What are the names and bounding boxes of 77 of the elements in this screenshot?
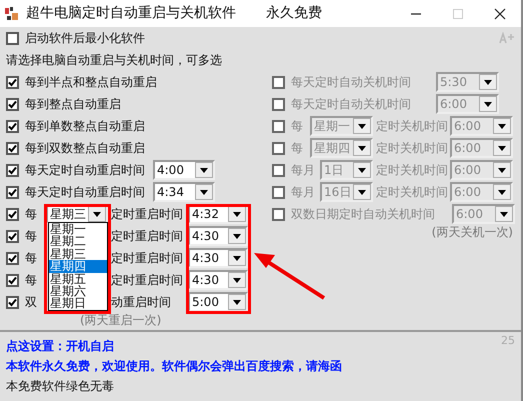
option-label: 定时关机时间: [376, 184, 449, 200]
caret-icon: [233, 212, 241, 216]
checkbox-label[interactable]: 每: [25, 206, 46, 222]
caret-icon: [358, 168, 366, 172]
option-label: 定时重启时间: [111, 228, 184, 244]
caret-icon: [484, 80, 492, 84]
option-label: 定时重启时间: [111, 206, 184, 222]
maximize-icon: [452, 8, 464, 20]
caret-icon: [358, 124, 366, 128]
checkbox[interactable]: [6, 164, 19, 176]
checkbox[interactable]: [6, 230, 19, 242]
instruction-text: 请选择电脑自动重启与关机时间，可多选: [5, 52, 223, 69]
list-option[interactable]: 星期日: [49, 297, 107, 310]
dropdown[interactable]: 4:34: [153, 182, 215, 202]
caret-icon: [358, 146, 366, 150]
caret-icon: [200, 168, 208, 172]
checkbox-label[interactable]: 每到整点自动重启: [25, 96, 121, 112]
caret-icon: [233, 234, 241, 238]
caret-icon: [358, 190, 366, 194]
dropdown[interactable]: 4:00: [153, 160, 215, 180]
option-label: 定时关机时间: [376, 140, 449, 156]
checkbox-label[interactable]: 每到双数整点自动重启: [25, 140, 145, 156]
note-text: (两天重启一次): [80, 313, 162, 328]
caret-icon: [484, 102, 492, 106]
checkbox[interactable]: [6, 98, 19, 110]
footer-text: 本免费软件绿色无毒: [6, 378, 114, 394]
checkbox-label[interactable]: 每: [25, 228, 46, 244]
checkbox-label[interactable]: 每天定时自动重启时间: [25, 184, 153, 200]
caret-icon: [93, 212, 101, 216]
checkbox[interactable]: [6, 32, 19, 44]
annotation-arrow: [254, 253, 326, 300]
window-title: 超牛电脑定时自动重启与关机软件: [26, 5, 237, 22]
checkbox[interactable]: [6, 186, 19, 198]
option-label: 定时关机时间: [376, 162, 449, 178]
checkbox-label[interactable]: 启动软件后最小化软件: [25, 30, 145, 46]
caret-icon: [498, 124, 506, 128]
dropdown[interactable]: 5:00: [188, 292, 248, 312]
checkbox[interactable]: [6, 296, 19, 308]
list-option[interactable]: 星期二: [49, 235, 107, 248]
caret-icon: [498, 190, 506, 194]
option-label: 动重启时间: [111, 294, 172, 310]
caret-icon: [500, 212, 508, 216]
option-label: 双数日期定时自动关机时间: [291, 206, 436, 222]
app-icon: [4, 6, 20, 22]
list-option[interactable]: 星期五: [49, 272, 107, 286]
caret-icon: [498, 168, 506, 172]
window-subtitle: 永久免费: [266, 5, 322, 22]
checkbox-label[interactable]: 每到半点和整点自动重启: [25, 74, 157, 90]
note-text: (两天关机一次): [432, 225, 513, 240]
close-icon: [494, 8, 506, 20]
checkbox[interactable]: [6, 208, 19, 220]
caret-icon: [233, 256, 241, 260]
checkbox-label[interactable]: 每到单数整点自动重启: [25, 118, 145, 134]
list-option[interactable]: 星期三: [49, 248, 107, 260]
caret-icon: [200, 190, 208, 194]
dropdown[interactable]: 4:30: [188, 226, 248, 246]
list-option[interactable]: 星期四: [49, 260, 107, 273]
checkbox-label[interactable]: 每天定时自动重启时间: [25, 162, 153, 178]
checkbox[interactable]: [6, 142, 19, 154]
dropdown[interactable]: 4:30: [188, 270, 248, 290]
notice-text: 本软件永久免费，欢迎使用。软件偶尔会弹出百度搜索，请海函: [6, 358, 342, 374]
option-label: 定时重启时间: [111, 250, 184, 266]
checkbox-label[interactable]: 每: [25, 250, 46, 266]
checkbox[interactable]: [6, 76, 19, 88]
caret-icon: [233, 278, 241, 282]
option-label: 定时重启时间: [111, 272, 184, 288]
dropdown[interactable]: 4:30: [188, 248, 248, 268]
settings-link[interactable]: 点这设置：开机自启: [6, 338, 114, 354]
list-option[interactable]: 星期六: [49, 285, 107, 298]
caret-icon: [498, 146, 506, 150]
caret-icon: [233, 300, 241, 304]
option-label: 定时关机时间: [376, 118, 449, 134]
checkbox[interactable]: [6, 120, 19, 132]
checkbox-label[interactable]: 每: [25, 272, 46, 288]
checkbox[interactable]: [6, 274, 19, 286]
checkbox[interactable]: [6, 252, 19, 264]
list-option[interactable]: 星期一: [49, 223, 107, 236]
